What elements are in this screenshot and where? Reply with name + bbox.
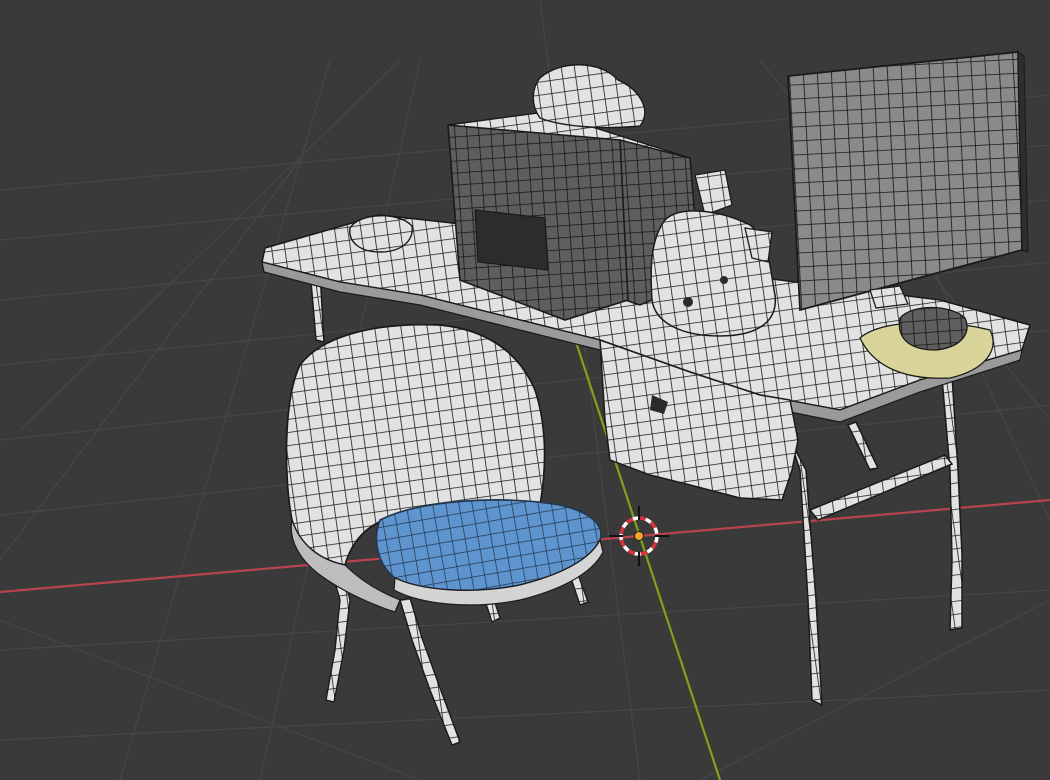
chair-leg-front-right (399, 597, 461, 746)
chair[interactable] (285, 323, 604, 746)
tower-opening (474, 209, 549, 271)
tower-object (532, 64, 646, 129)
monitor-screen (787, 51, 1023, 312)
viewport-canvas[interactable] (0, 0, 1050, 780)
plush-eye (683, 297, 693, 307)
pad-mouse (898, 306, 968, 351)
plush-toy[interactable] (650, 210, 777, 337)
monitor[interactable] (787, 51, 1029, 312)
3d-viewport[interactable] (0, 0, 1050, 780)
plush-eye (720, 276, 728, 284)
monitor-stand (869, 285, 909, 309)
desk-leg-front-right (789, 439, 823, 707)
object-origin-dot (634, 531, 644, 541)
tower-handle (694, 169, 733, 216)
desk-strut (846, 421, 880, 471)
desk-bowl (349, 215, 413, 253)
